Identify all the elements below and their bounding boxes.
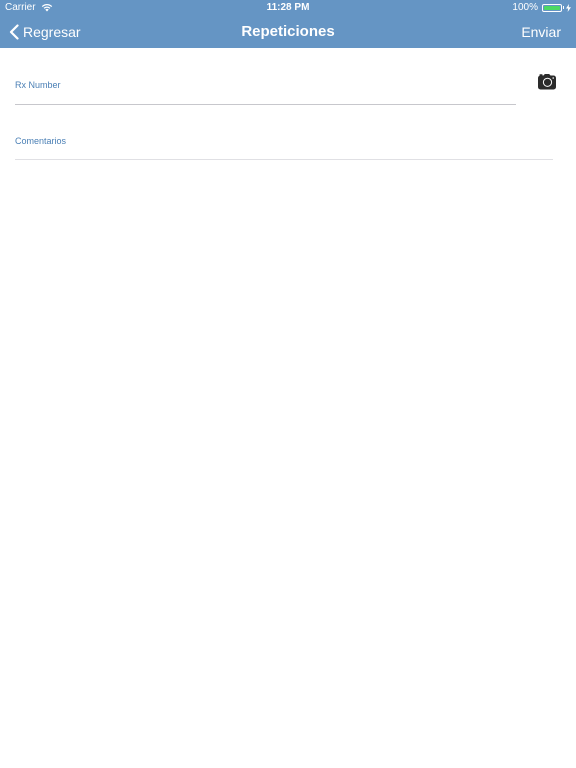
header: Carrier 11:28 PM 100% Regresar Repeticio… [0,0,576,48]
battery-icon [542,3,562,12]
battery-fill [544,5,560,10]
navigation-bar: Regresar Repeticiones Enviar [0,16,576,48]
comments-field[interactable]: Comentarios [15,136,553,160]
charging-bolt-icon [566,3,571,12]
camera-button[interactable] [537,72,557,92]
camera-icon [538,74,556,90]
page-title: Repeticiones [241,23,335,40]
repeticiones-screen: Carrier 11:28 PM 100% Regresar Repeticio… [0,0,576,768]
status-time: 11:28 PM [266,2,310,13]
status-battery-group: 100% [512,2,571,13]
battery-nub [563,6,564,9]
status-bar: Carrier 11:28 PM 100% [0,0,576,16]
rx-number-field[interactable]: Rx Number [15,80,516,105]
rx-number-input[interactable] [15,90,516,102]
send-button[interactable]: Enviar [521,16,561,48]
rx-number-label: Rx Number [15,80,61,90]
battery-percent: 100% [512,2,538,13]
comments-input[interactable] [15,145,553,157]
